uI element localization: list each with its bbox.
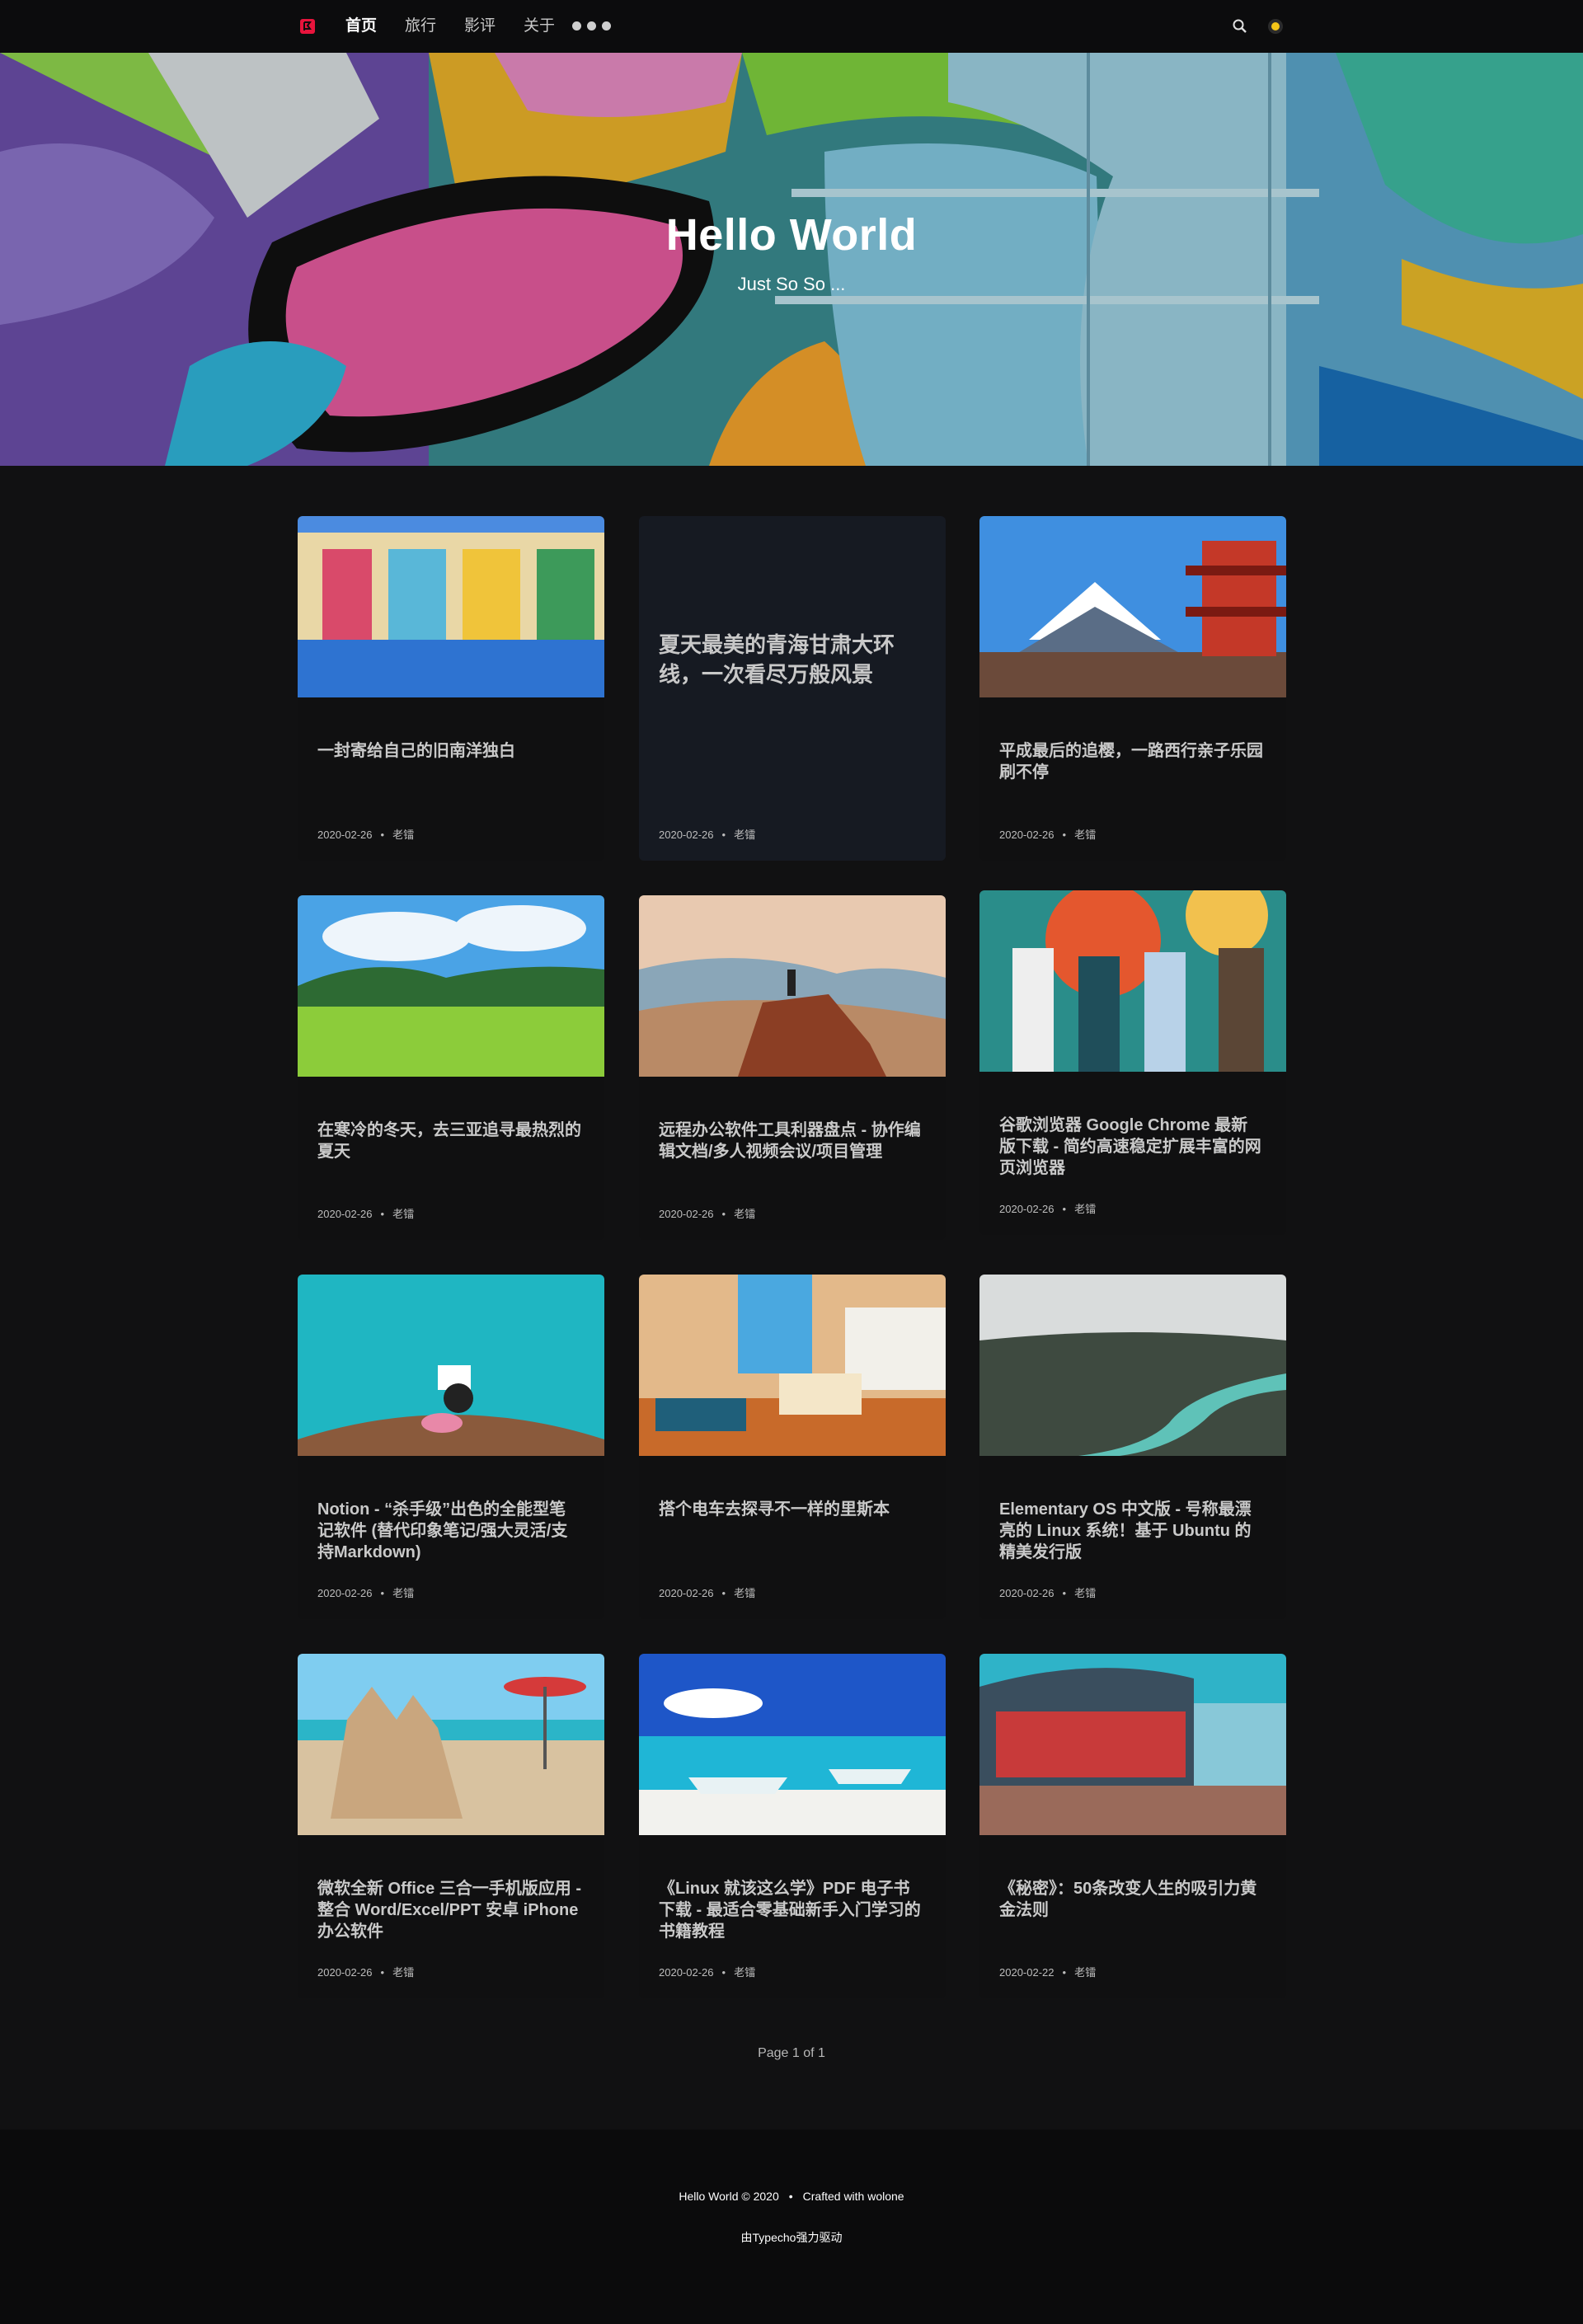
post-meta: 2020-02-26 • 老镭: [999, 1587, 1097, 1599]
post-card[interactable]: 远程办公软件工具利器盘点 - 协作编辑文档/多人视频会议/项目管理 2020-0…: [639, 895, 946, 1240]
footer-powered-by[interactable]: 由Typecho强力驱动: [0, 2229, 1583, 2246]
nav-item-reviews[interactable]: 影评: [464, 16, 496, 36]
post-meta: 2020-02-26 • 老镭: [659, 1208, 756, 1220]
more-dots-icon[interactable]: [572, 21, 611, 31]
post-meta: 2020-02-26 • 老镭: [317, 1208, 415, 1220]
post-meta: 2020-02-26 • 老镭: [999, 1203, 1097, 1215]
nav-item-home[interactable]: 首页: [345, 16, 377, 36]
post-thumbnail-image[interactable]: [979, 1275, 1286, 1456]
footer-crafted-link[interactable]: Crafted with wolone: [803, 2190, 904, 2203]
post-title[interactable]: 远程办公软件工具利器盘点 - 协作编辑文档/多人视频会议/项目管理: [659, 1120, 923, 1162]
post-title[interactable]: 在寒冷的冬天，去三亚追寻最热烈的夏天: [317, 1120, 581, 1162]
post-title[interactable]: 夏天最美的青海甘肃大环线，一次看尽万般风景: [659, 630, 923, 689]
post-meta: 2020-02-26 • 老镭: [317, 1966, 415, 1979]
hero-banner: Hello World Just So So ...: [0, 53, 1583, 466]
post-title[interactable]: 谷歌浏览器 Google Chrome 最新版下载 - 简约高速稳定扩展丰富的网…: [999, 1115, 1263, 1179]
red-bookmark-logo-icon[interactable]: [299, 18, 316, 35]
post-title[interactable]: Elementary OS 中文版 - 号称最漂亮的 Linux 系统！基于 U…: [999, 1499, 1263, 1563]
post-title[interactable]: 微软全新 Office 三合一手机版应用 - 整合 Word/Excel/PPT…: [317, 1878, 581, 1942]
hero-subtitle: Just So So ...: [737, 274, 846, 294]
post-card[interactable]: Notion - “杀手级”出色的全能型笔记软件 (替代印象笔记/强大灵活/支持…: [298, 1275, 604, 1619]
search-icon[interactable]: [1232, 18, 1248, 35]
post-card[interactable]: 在寒冷的冬天，去三亚追寻最热烈的夏天 2020-02-26 • 老镭: [298, 895, 604, 1240]
post-thumbnail-image[interactable]: [979, 516, 1286, 697]
post-card[interactable]: 一封寄给自己的旧南洋独白 2020-02-26 • 老镭: [298, 516, 604, 861]
post-thumbnail-image[interactable]: [298, 1275, 604, 1456]
post-meta: 2020-02-26 • 老镭: [317, 1587, 415, 1599]
post-card[interactable]: 搭个电车去探寻不一样的里斯本 2020-02-26 • 老镭: [639, 1275, 946, 1619]
post-meta: 2020-02-26 • 老镭: [317, 829, 415, 841]
nav-item-travel[interactable]: 旅行: [405, 16, 436, 36]
post-thumbnail-image[interactable]: [298, 1654, 604, 1835]
post-thumbnail-image[interactable]: [298, 895, 604, 1077]
nav-item-about[interactable]: 关于: [524, 16, 555, 36]
footer: [0, 2129, 1583, 2324]
footer-credits: Hello World © 2020 • Crafted with wolone: [679, 2190, 904, 2203]
top-nav: 首页 旅行 影评 关于: [0, 0, 1583, 53]
post-title[interactable]: 《Linux 就该这么学》PDF 电子书下载 - 最适合零基础新手入门学习的书籍…: [659, 1878, 923, 1942]
post-meta: 2020-02-26 • 老镭: [659, 1587, 756, 1599]
pagination-info: Page 1 of 1: [758, 2046, 825, 2060]
post-title[interactable]: 平成最后的追樱，一路西行亲子乐园刷不停: [999, 740, 1263, 783]
post-thumbnail-image[interactable]: [639, 895, 946, 1077]
post-card[interactable]: 平成最后的追樱，一路西行亲子乐园刷不停 2020-02-26 • 老镭: [979, 516, 1286, 861]
post-meta: 2020-02-26 • 老镭: [999, 829, 1097, 841]
post-meta: 2020-02-22 • 老镭: [999, 1966, 1097, 1979]
post-thumbnail-image[interactable]: [639, 1275, 946, 1456]
post-thumbnail-image[interactable]: [979, 890, 1286, 1072]
post-title[interactable]: 《秘密》：50条改变人生的吸引力黄金法则: [999, 1878, 1263, 1921]
post-thumbnail-image[interactable]: [639, 1654, 946, 1835]
post-card[interactable]: Elementary OS 中文版 - 号称最漂亮的 Linux 系统！基于 U…: [979, 1275, 1286, 1619]
post-meta: 2020-02-26 • 老镭: [659, 829, 756, 841]
post-meta: 2020-02-26 • 老镭: [659, 1966, 756, 1979]
post-card[interactable]: 《秘密》：50条改变人生的吸引力黄金法则 2020-02-22 • 老镭: [979, 1654, 1286, 1998]
post-title[interactable]: 一封寄给自己的旧南洋独白: [317, 740, 581, 762]
post-card[interactable]: 《Linux 就该这么学》PDF 电子书下载 - 最适合零基础新手入门学习的书籍…: [639, 1654, 946, 1998]
post-card[interactable]: 谷歌浏览器 Google Chrome 最新版下载 - 简约高速稳定扩展丰富的网…: [979, 890, 1286, 1235]
post-thumbnail-image[interactable]: [979, 1654, 1286, 1835]
hero-title: Hello World: [665, 210, 918, 260]
footer-copyright: Hello World © 2020: [679, 2190, 779, 2203]
theme-toggle-icon[interactable]: [1267, 18, 1284, 35]
post-card[interactable]: 夏天最美的青海甘肃大环线，一次看尽万般风景 2020-02-26 • 老镭: [639, 516, 946, 861]
post-thumbnail-image[interactable]: [298, 516, 604, 697]
post-title[interactable]: 搭个电车去探寻不一样的里斯本: [659, 1499, 923, 1520]
post-title[interactable]: Notion - “杀手级”出色的全能型笔记软件 (替代印象笔记/强大灵活/支持…: [317, 1499, 581, 1563]
post-card[interactable]: 微软全新 Office 三合一手机版应用 - 整合 Word/Excel/PPT…: [298, 1654, 604, 1998]
